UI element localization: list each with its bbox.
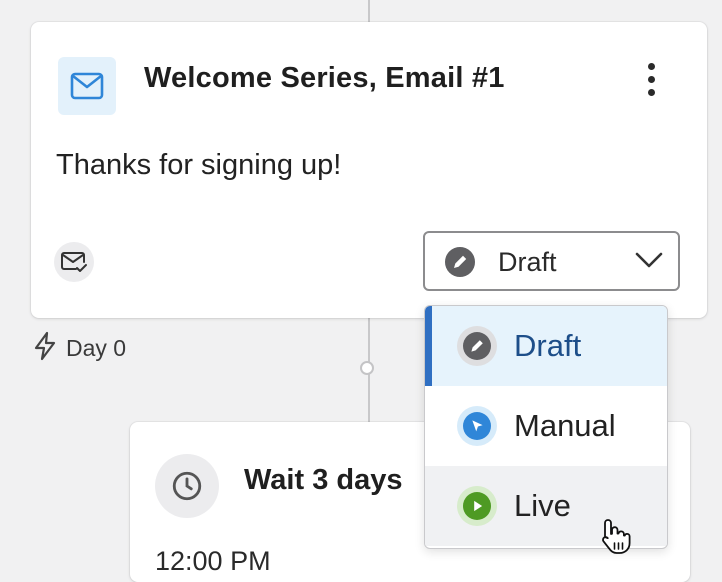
email-step-card[interactable]: Welcome Series, Email #1 Thanks for sign… <box>31 22 707 318</box>
status-option-label: Draft <box>514 328 582 363</box>
envelope-check-icon <box>54 242 94 282</box>
email-step-title: Welcome Series, Email #1 <box>144 62 505 94</box>
play-icon <box>457 486 497 526</box>
hand-cursor-icon <box>598 516 634 561</box>
status-option-label: Live <box>514 488 571 523</box>
wait-step-time: 12:00 PM <box>155 546 271 576</box>
add-step-node[interactable] <box>360 361 374 375</box>
clock-icon <box>155 454 219 518</box>
flow-connector-top <box>368 0 370 22</box>
lightning-icon <box>33 331 57 366</box>
trigger-label: Day 0 <box>33 331 126 366</box>
envelope-icon <box>58 57 116 115</box>
kebab-menu-icon[interactable] <box>639 58 663 100</box>
chevron-down-icon <box>635 251 663 274</box>
trigger-day-text: Day 0 <box>66 335 127 361</box>
status-option-label: Manual <box>514 408 616 443</box>
pencil-icon <box>445 247 475 277</box>
pencil-icon <box>457 326 497 366</box>
status-option-draft[interactable]: Draft <box>425 306 667 386</box>
status-option-manual[interactable]: Manual <box>425 386 667 466</box>
status-select-value: Draft <box>498 247 557 277</box>
status-dropdown-menu: Draft Manual Live <box>424 305 668 549</box>
wait-step-title: Wait 3 days <box>244 464 403 496</box>
cursor-click-icon <box>457 406 497 446</box>
status-select[interactable]: Draft <box>423 231 680 291</box>
email-subject-preview: Thanks for signing up! <box>56 149 342 181</box>
